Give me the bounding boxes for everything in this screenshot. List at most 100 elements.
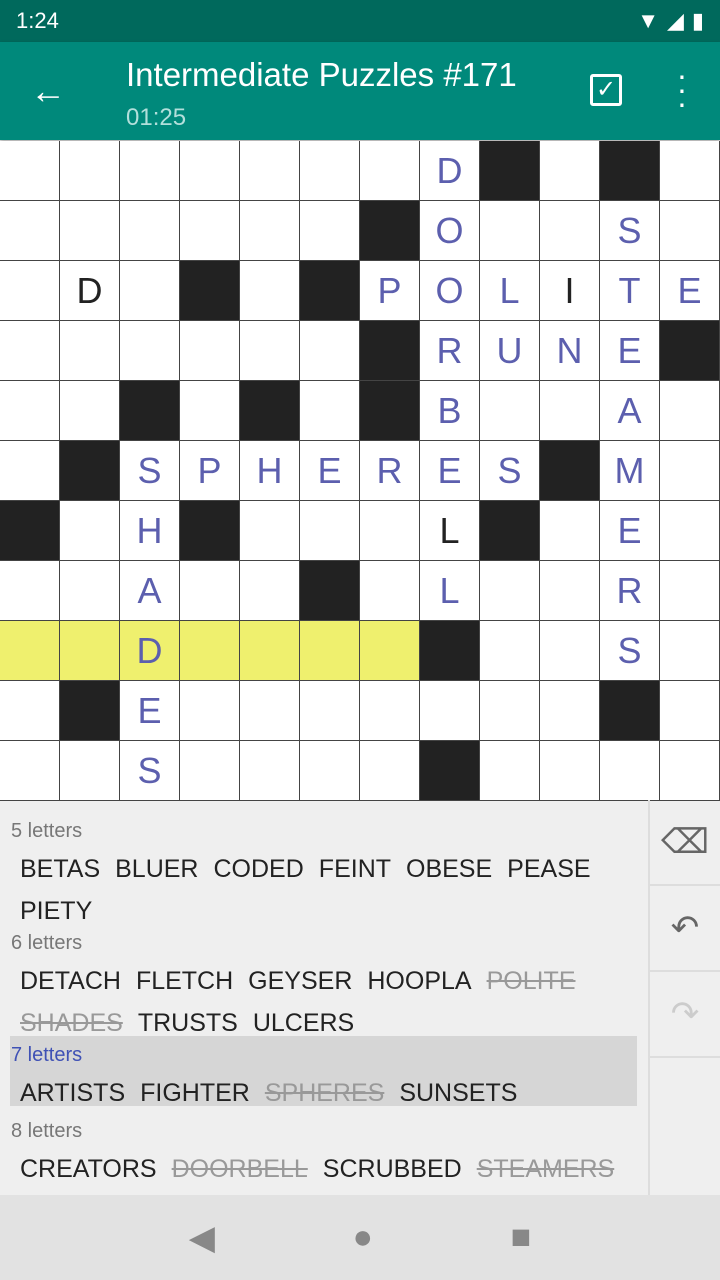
word-item[interactable]: TIRE: [193, 800, 250, 806]
word-item[interactable]: SHADES: [20, 1009, 123, 1037]
grid-cell[interactable]: [0, 681, 60, 741]
grid-cell[interactable]: [660, 621, 720, 681]
grid-cell[interactable]: [0, 381, 60, 441]
grid-cell[interactable]: P: [360, 261, 420, 321]
grid-cell[interactable]: [540, 681, 600, 741]
word-item[interactable]: DETACH: [20, 967, 121, 995]
grid-cell[interactable]: H: [240, 441, 300, 501]
grid-cell[interactable]: [240, 321, 300, 381]
grid-cell[interactable]: L: [480, 261, 540, 321]
grid-cell[interactable]: [360, 741, 420, 801]
grid-cell[interactable]: N: [540, 321, 600, 381]
grid-cell[interactable]: [180, 201, 240, 261]
grid-cell[interactable]: [240, 501, 300, 561]
word-item[interactable]: OBESE: [406, 855, 492, 883]
grid-cell[interactable]: [120, 261, 180, 321]
grid-cell[interactable]: [120, 321, 180, 381]
grid-cell[interactable]: [0, 441, 60, 501]
grid-cell[interactable]: [540, 621, 600, 681]
word-item[interactable]: BLUER: [115, 855, 198, 883]
grid-cell[interactable]: [0, 141, 60, 201]
grid-cell[interactable]: [0, 321, 60, 381]
word-item[interactable]: CREATORS: [20, 1155, 157, 1183]
grid-cell[interactable]: D: [60, 261, 120, 321]
grid-cell[interactable]: [300, 141, 360, 201]
grid-cell[interactable]: [360, 141, 420, 201]
crossword-grid[interactable]: DOSDPOLITERUNEBASPHERESMHLEALRDSES: [0, 141, 720, 801]
word-item[interactable]: ARTISTS: [20, 1079, 125, 1107]
redo-button[interactable]: ↷: [650, 972, 720, 1058]
grid-cell[interactable]: [240, 261, 300, 321]
word-item[interactable]: SUNSETS: [399, 1079, 517, 1107]
word-item[interactable]: TRUSTS: [138, 1009, 238, 1037]
word-item[interactable]: PEASE: [507, 855, 590, 883]
grid-cell[interactable]: [120, 201, 180, 261]
grid-cell[interactable]: [300, 381, 360, 441]
more-options-icon[interactable]: · · ·: [672, 59, 692, 119]
grid-cell[interactable]: [600, 741, 660, 801]
word-item[interactable]: POLITE: [487, 967, 576, 995]
grid-cell[interactable]: [120, 141, 180, 201]
grid-cell[interactable]: D: [120, 621, 180, 681]
word-item[interactable]: BETAS: [20, 855, 100, 883]
grid-cell[interactable]: [0, 741, 60, 801]
grid-cell[interactable]: [60, 141, 120, 201]
nav-home-icon[interactable]: ●: [353, 1218, 374, 1257]
word-item[interactable]: PIETY: [20, 897, 92, 925]
grid-cell[interactable]: [0, 201, 60, 261]
grid-cell[interactable]: [0, 561, 60, 621]
grid-cell[interactable]: [240, 201, 300, 261]
grid-cell[interactable]: P: [180, 441, 240, 501]
backspace-button[interactable]: ⌫: [650, 800, 720, 886]
grid-cell[interactable]: [360, 621, 420, 681]
grid-cell[interactable]: [660, 741, 720, 801]
grid-cell[interactable]: [180, 321, 240, 381]
grid-cell[interactable]: O: [420, 201, 480, 261]
grid-cell[interactable]: [300, 501, 360, 561]
back-arrow-icon[interactable]: ←: [30, 70, 66, 112]
grid-cell[interactable]: [660, 441, 720, 501]
grid-cell[interactable]: B: [420, 381, 480, 441]
grid-cell[interactable]: L: [420, 561, 480, 621]
check-icon[interactable]: ✓: [590, 74, 622, 106]
grid-cell[interactable]: I: [540, 261, 600, 321]
grid-cell[interactable]: [480, 621, 540, 681]
grid-cell[interactable]: E: [660, 261, 720, 321]
grid-cell[interactable]: [240, 561, 300, 621]
word-item[interactable]: HOOPLA: [367, 967, 471, 995]
word-item[interactable]: SCRUBBED: [323, 1155, 462, 1183]
word-item[interactable]: FEINT: [319, 855, 391, 883]
grid-cell[interactable]: [660, 681, 720, 741]
grid-cell[interactable]: S: [600, 201, 660, 261]
grid-cell[interactable]: [240, 621, 300, 681]
grid-cell[interactable]: [660, 201, 720, 261]
grid-cell[interactable]: [660, 141, 720, 201]
grid-cell[interactable]: [480, 201, 540, 261]
grid-cell[interactable]: D: [420, 141, 480, 201]
grid-cell[interactable]: A: [120, 561, 180, 621]
grid-cell[interactable]: E: [600, 501, 660, 561]
grid-cell[interactable]: [480, 681, 540, 741]
word-item[interactable]: FIGHTER: [140, 1079, 250, 1107]
grid-cell[interactable]: [300, 321, 360, 381]
undo-button[interactable]: ↶: [650, 886, 720, 972]
grid-cell[interactable]: M: [600, 441, 660, 501]
grid-cell[interactable]: S: [480, 441, 540, 501]
grid-cell[interactable]: [420, 681, 480, 741]
grid-cell[interactable]: [60, 741, 120, 801]
grid-cell[interactable]: [60, 201, 120, 261]
grid-cell[interactable]: [0, 261, 60, 321]
grid-cell[interactable]: [300, 681, 360, 741]
grid-cell[interactable]: [240, 741, 300, 801]
grid-cell[interactable]: [180, 621, 240, 681]
grid-cell[interactable]: [660, 501, 720, 561]
word-list[interactable]: ROOT RUNE TIRE 5 letters BETAS BLUER CODED FEIN…: [0, 800, 648, 1195]
grid-cell[interactable]: [180, 381, 240, 441]
grid-cell[interactable]: [60, 501, 120, 561]
grid-cell[interactable]: [240, 681, 300, 741]
word-item[interactable]: SPHERES: [265, 1079, 384, 1107]
grid-cell[interactable]: E: [420, 441, 480, 501]
grid-cell[interactable]: A: [600, 381, 660, 441]
grid-cell[interactable]: [660, 561, 720, 621]
nav-recents-icon[interactable]: ■: [511, 1218, 532, 1257]
